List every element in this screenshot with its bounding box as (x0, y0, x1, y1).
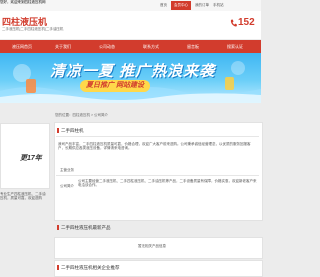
nav-home[interactable]: 液压网首页 (12, 40, 32, 53)
banner-headline: 清凉一夏 推广热浪来袭 (50, 63, 216, 80)
section-title-products: 二手四柱液压机最新产品 (61, 225, 111, 230)
banner-pill: 夏日推广 网站建设 (80, 80, 150, 92)
phone-icon (230, 19, 237, 27)
top-link-home[interactable]: 首页 (160, 3, 167, 7)
nav-news[interactable]: 公司动态 (99, 40, 115, 53)
nav-contact[interactable]: 联系方式 (143, 40, 159, 53)
nav-certification[interactable]: 搜索认证 (227, 40, 243, 53)
section-marker (57, 128, 59, 133)
main-nav (0, 40, 261, 53)
top-links: 首页 会员中心 我的订单 手机站 (160, 0, 224, 11)
nav-about[interactable]: 关于我们 (55, 40, 71, 53)
row-label-business: 主营业务 (60, 168, 74, 172)
row-divider (56, 175, 259, 176)
welcome-text: 您好，欢迎来到四柱液压机网 (0, 0, 46, 4)
phone-number: 152 (238, 17, 255, 28)
sidebar-badge: 更17年 (20, 155, 42, 162)
brand-subtitle: 二手液压机|二手四柱液压机|二手油压机 (2, 27, 64, 31)
top-link-orders[interactable]: 我的订单 (195, 3, 209, 7)
nav-guestbook[interactable]: 留言板 (187, 40, 199, 53)
intro-paragraph: 我司产品丰富，二手四柱液压机质量可靠，价格合理，欢迎广大客户前来选购。公司秉承诚… (58, 142, 251, 151)
empty-products-note: 暂无相关产品信息 (138, 244, 166, 248)
sidebar-description: 专业生产四柱液压机、二手油压机，质量可靠，欢迎选购 (0, 192, 46, 201)
top-link-member[interactable]: 会员中心 (171, 1, 191, 10)
row-label-intro: 公司简介 (60, 184, 74, 188)
section-divider (56, 136, 259, 137)
section-title-related: 二手四柱液压机相关企业推荐 (61, 265, 120, 270)
breadcrumb: 您的位置：四柱液压机 > 公司简介 (55, 113, 108, 117)
section-marker (57, 265, 59, 270)
top-link-mobile[interactable]: 手机站 (213, 3, 224, 7)
row-value-intro: 公司主要经营二手液压机、二手四柱液压机、二手油压机等产品，二手设备质量有保障，价… (78, 179, 257, 188)
section-marker (57, 225, 59, 230)
section-title-profile: 二手四柱机 (61, 128, 84, 133)
